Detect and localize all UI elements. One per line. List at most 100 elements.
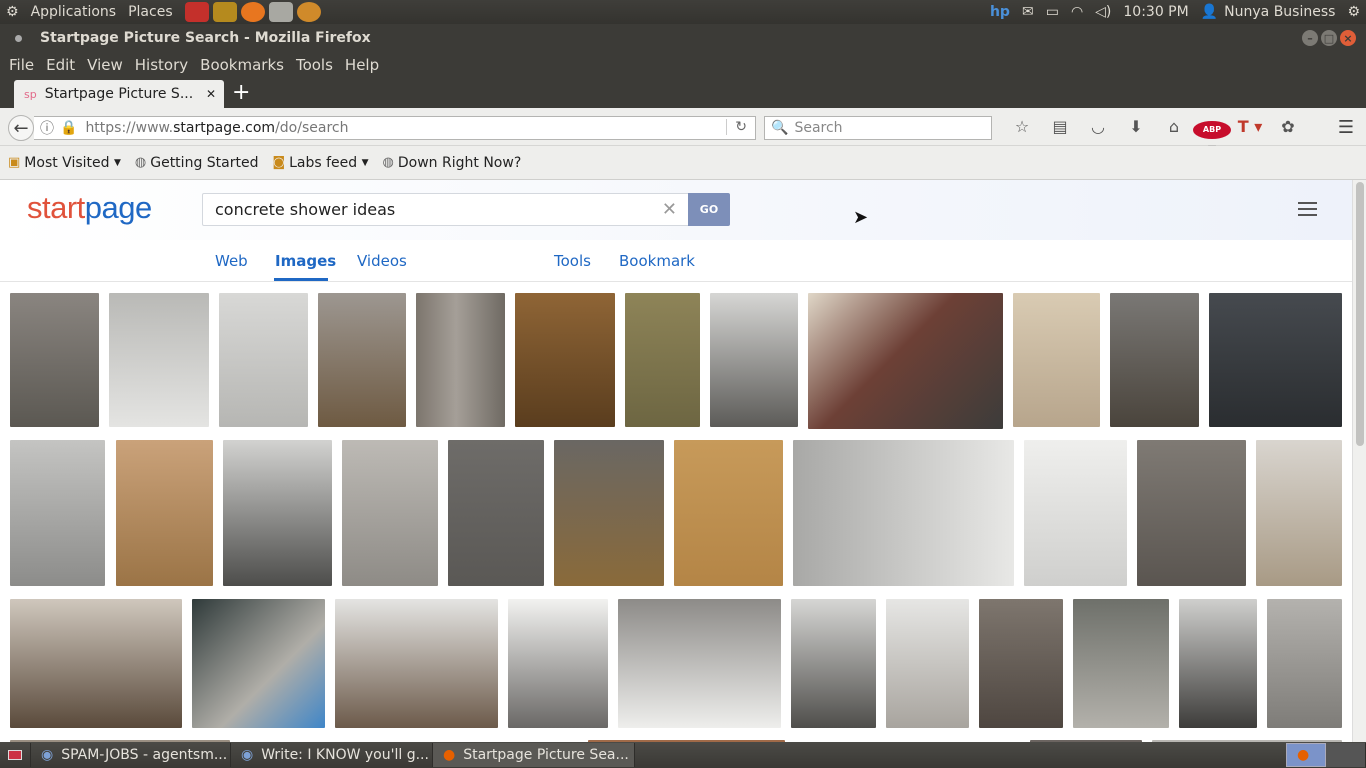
info-icon[interactable]: ⓘ — [40, 118, 54, 138]
window-menu-dot[interactable] — [15, 35, 22, 42]
image-result[interactable] — [342, 440, 438, 586]
taskbar-item-startpage[interactable]: ● Startpage Picture Sea... — [433, 743, 635, 767]
image-result[interactable] — [886, 599, 969, 728]
clear-icon[interactable]: ✕ — [662, 199, 677, 220]
launcher-icon[interactable] — [212, 2, 237, 22]
image-result[interactable] — [554, 440, 664, 586]
taskbar-item-spam-jobs[interactable]: ◉ SPAM-JOBS - agentsm... — [31, 743, 231, 767]
url-bar[interactable]: ⓘ 🔒 https://www. startpage.com/do/search … — [34, 116, 756, 140]
taskbar-item-write[interactable]: ◉ Write: I KNOW you'll g... — [231, 743, 433, 767]
url-prefix: https://www. — [85, 120, 174, 136]
new-tab-button[interactable]: + — [232, 80, 250, 105]
mail-icon[interactable]: ✉ — [1016, 4, 1040, 20]
launcher-icon[interactable] — [268, 2, 293, 22]
lock-icon[interactable]: 🔒 — [60, 120, 77, 136]
workspace-switcher[interactable]: ● — [1286, 743, 1326, 767]
launcher-icon[interactable] — [184, 2, 209, 22]
close-tab-icon[interactable]: ✕ — [206, 87, 216, 101]
image-result[interactable] — [1137, 440, 1246, 586]
user-name[interactable]: Nunya Business — [1224, 4, 1341, 20]
tab-images[interactable]: Images — [275, 252, 336, 270]
menu-file[interactable]: File — [3, 56, 40, 74]
user-icon: 👤 — [1200, 4, 1219, 20]
image-result[interactable] — [192, 599, 325, 728]
image-result[interactable] — [1256, 440, 1342, 586]
image-result[interactable] — [979, 599, 1063, 728]
image-result[interactable] — [1073, 599, 1169, 728]
tab-tools[interactable]: Tools — [554, 252, 591, 270]
taskbar-label: Startpage Picture Sea... — [463, 747, 629, 763]
menu-bookmarks[interactable]: Bookmarks — [194, 56, 290, 74]
image-result[interactable] — [416, 293, 505, 427]
bookmark-most-visited[interactable]: ▣ Most Visited ▼ — [8, 155, 121, 171]
image-result[interactable] — [1013, 293, 1100, 427]
go-button[interactable]: GO — [688, 193, 730, 226]
image-result[interactable] — [1267, 599, 1342, 728]
image-result[interactable] — [793, 440, 1014, 586]
tab-startpage[interactable]: sp Startpage Picture S... ✕ — [14, 80, 224, 108]
bookmark-getting-started[interactable]: ◍ Getting Started — [135, 155, 259, 171]
menu-edit[interactable]: Edit — [40, 56, 81, 74]
close-window-button[interactable]: × — [1340, 30, 1356, 46]
workspace-switcher-2[interactable] — [1326, 743, 1366, 767]
battery-icon[interactable]: ▭ — [1040, 4, 1065, 20]
menu-tools[interactable]: Tools — [290, 56, 339, 74]
image-result[interactable] — [223, 440, 332, 586]
maximize-button[interactable]: □ — [1321, 30, 1337, 46]
image-result[interactable] — [674, 440, 783, 586]
image-result[interactable] — [318, 293, 406, 427]
volume-icon[interactable]: ◁) — [1089, 4, 1117, 20]
places-menu[interactable]: Places — [122, 4, 179, 20]
tab-videos[interactable]: Videos — [357, 252, 407, 270]
show-desktop-button[interactable] — [0, 743, 31, 767]
scrollbar-thumb[interactable] — [1356, 182, 1364, 446]
image-result[interactable] — [10, 293, 99, 427]
clock[interactable]: 10:30 PM — [1117, 4, 1194, 20]
settings-gear-icon[interactable]: ⚙ — [1341, 4, 1366, 20]
image-result[interactable] — [10, 440, 105, 586]
image-result[interactable] — [448, 440, 544, 586]
menu-history[interactable]: History — [129, 56, 194, 74]
image-result[interactable] — [808, 293, 1003, 429]
image-result[interactable] — [618, 599, 781, 728]
image-result[interactable] — [625, 293, 700, 427]
open-menu-icon[interactable]: ☰ — [1338, 117, 1354, 138]
image-result[interactable] — [116, 440, 213, 586]
startpage-logo[interactable]: startpage — [27, 190, 152, 226]
wifi-icon[interactable]: ◠ — [1065, 4, 1089, 20]
bookmark-down-right-now[interactable]: ◍ Down Right Now? — [383, 155, 522, 171]
minimize-button[interactable]: – — [1302, 30, 1318, 46]
hamburger-menu-icon[interactable] — [1298, 202, 1317, 216]
image-result[interactable] — [335, 599, 498, 728]
firefox-launcher-icon[interactable] — [240, 2, 265, 22]
back-button[interactable]: ← — [8, 115, 34, 141]
ubuntu-logo-icon[interactable]: ⚙ — [0, 4, 25, 20]
menu-help[interactable]: Help — [339, 56, 385, 74]
image-result[interactable] — [710, 293, 798, 427]
query-input[interactable]: concrete shower ideas ✕ — [202, 193, 690, 226]
reload-icon[interactable]: ↻ — [726, 119, 747, 135]
tab-bookmark[interactable]: Bookmark — [619, 252, 695, 270]
bookmark-labs-feed[interactable]: ◙ Labs feed ▼ — [272, 155, 368, 171]
url-path: /do/search — [275, 120, 349, 136]
image-result[interactable] — [1179, 599, 1257, 728]
image-result[interactable] — [109, 293, 209, 427]
image-result[interactable] — [1209, 293, 1342, 427]
image-result[interactable] — [1024, 440, 1127, 586]
logo-part2: page — [84, 190, 152, 225]
hp-icon[interactable]: hp — [984, 4, 1016, 20]
globe-icon: ◍ — [134, 155, 147, 170]
image-result[interactable] — [10, 599, 182, 728]
image-result[interactable] — [508, 599, 608, 728]
browser-search-field[interactable]: 🔍 Search — [764, 116, 992, 140]
applications-menu[interactable]: Applications — [25, 4, 123, 20]
page-scrollbar[interactable] — [1352, 180, 1366, 742]
menu-view[interactable]: View — [81, 56, 129, 74]
launcher-icon[interactable] — [296, 2, 321, 22]
taskbar-label: Write: I KNOW you'll g... — [261, 747, 429, 763]
image-result[interactable] — [219, 293, 308, 427]
image-result[interactable] — [515, 293, 615, 427]
image-result[interactable] — [791, 599, 876, 728]
tab-web[interactable]: Web — [215, 252, 248, 270]
image-result[interactable] — [1110, 293, 1199, 427]
